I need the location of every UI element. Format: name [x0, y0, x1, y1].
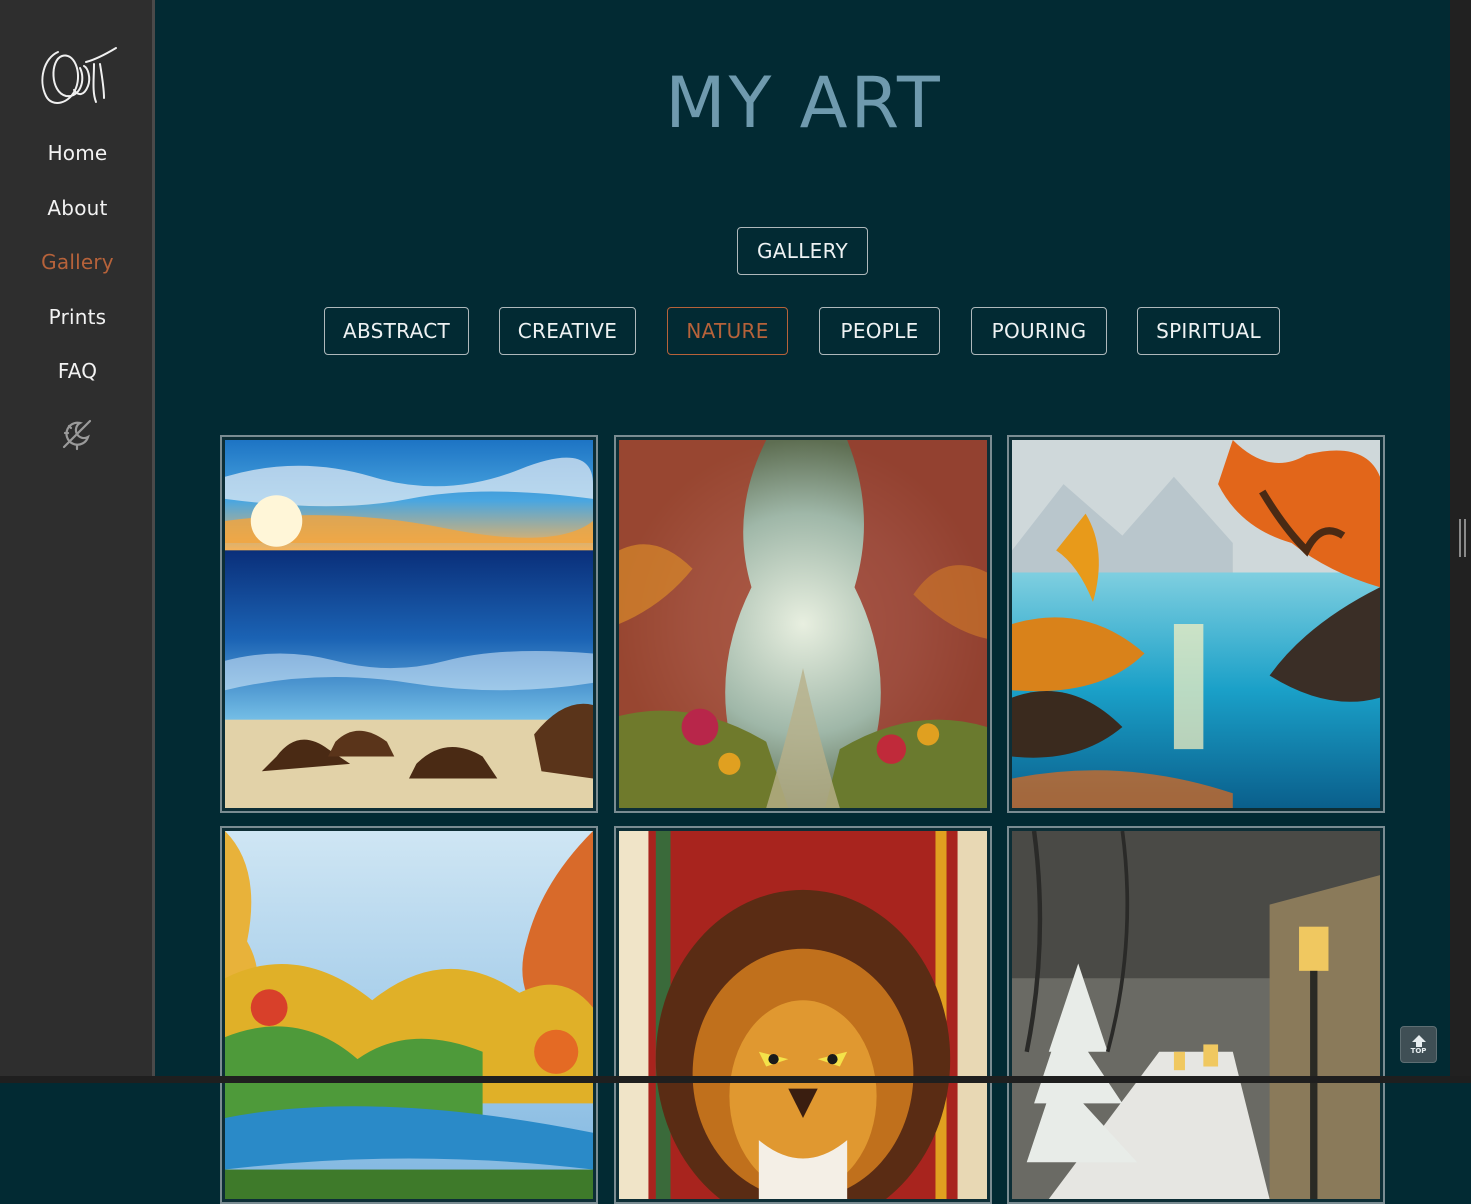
- nav-gallery[interactable]: Gallery: [0, 250, 155, 274]
- back-to-top-label: TOP: [1410, 1046, 1427, 1055]
- painting-autumn-river[interactable]: [220, 826, 598, 1204]
- category-creative-button[interactable]: CREATIVE: [499, 307, 636, 355]
- snowy-street-image: [1012, 831, 1380, 1199]
- nav-home[interactable]: Home: [0, 141, 155, 165]
- category-nature-button[interactable]: NATURE: [667, 307, 788, 355]
- gallery-button[interactable]: GALLERY: [737, 227, 868, 275]
- autumn-river-image: [225, 831, 593, 1199]
- sidebar: Home About Gallery Prints FAQ: [0, 0, 155, 1083]
- back-to-top-button[interactable]: TOP: [1400, 1026, 1437, 1063]
- lion-image: [619, 831, 987, 1199]
- painting-snowy-street[interactable]: [1007, 826, 1385, 1204]
- painting-autumn-lake[interactable]: [1007, 435, 1385, 813]
- nav-about[interactable]: About: [0, 196, 155, 220]
- painting-lion[interactable]: [614, 826, 992, 1204]
- bottom-edge: [0, 1076, 1471, 1083]
- category-spiritual-button[interactable]: SPIRITUAL: [1137, 307, 1280, 355]
- nav-faq[interactable]: FAQ: [0, 359, 155, 383]
- seascape-image: [225, 440, 593, 808]
- scrollbar-grip[interactable]: [1459, 519, 1466, 557]
- page-title: MY ART: [665, 62, 943, 144]
- signature-logo[interactable]: [36, 40, 120, 112]
- autumn-lake-image: [1012, 440, 1380, 808]
- theme-toggle-icon[interactable]: [60, 417, 94, 451]
- nav-prints[interactable]: Prints: [0, 305, 155, 329]
- category-abstract-button[interactable]: ABSTRACT: [324, 307, 469, 355]
- painting-seascape-sunset[interactable]: [220, 435, 598, 813]
- painting-misty-forest[interactable]: [614, 435, 992, 813]
- main-content: MY ART GALLERY ABSTRACT CREATIVE NATURE …: [158, 0, 1450, 1204]
- arrow-up-icon: [1411, 1034, 1426, 1047]
- category-people-button[interactable]: PEOPLE: [819, 307, 940, 355]
- forest-path-image: [619, 440, 987, 808]
- category-pouring-button[interactable]: POURING: [971, 307, 1107, 355]
